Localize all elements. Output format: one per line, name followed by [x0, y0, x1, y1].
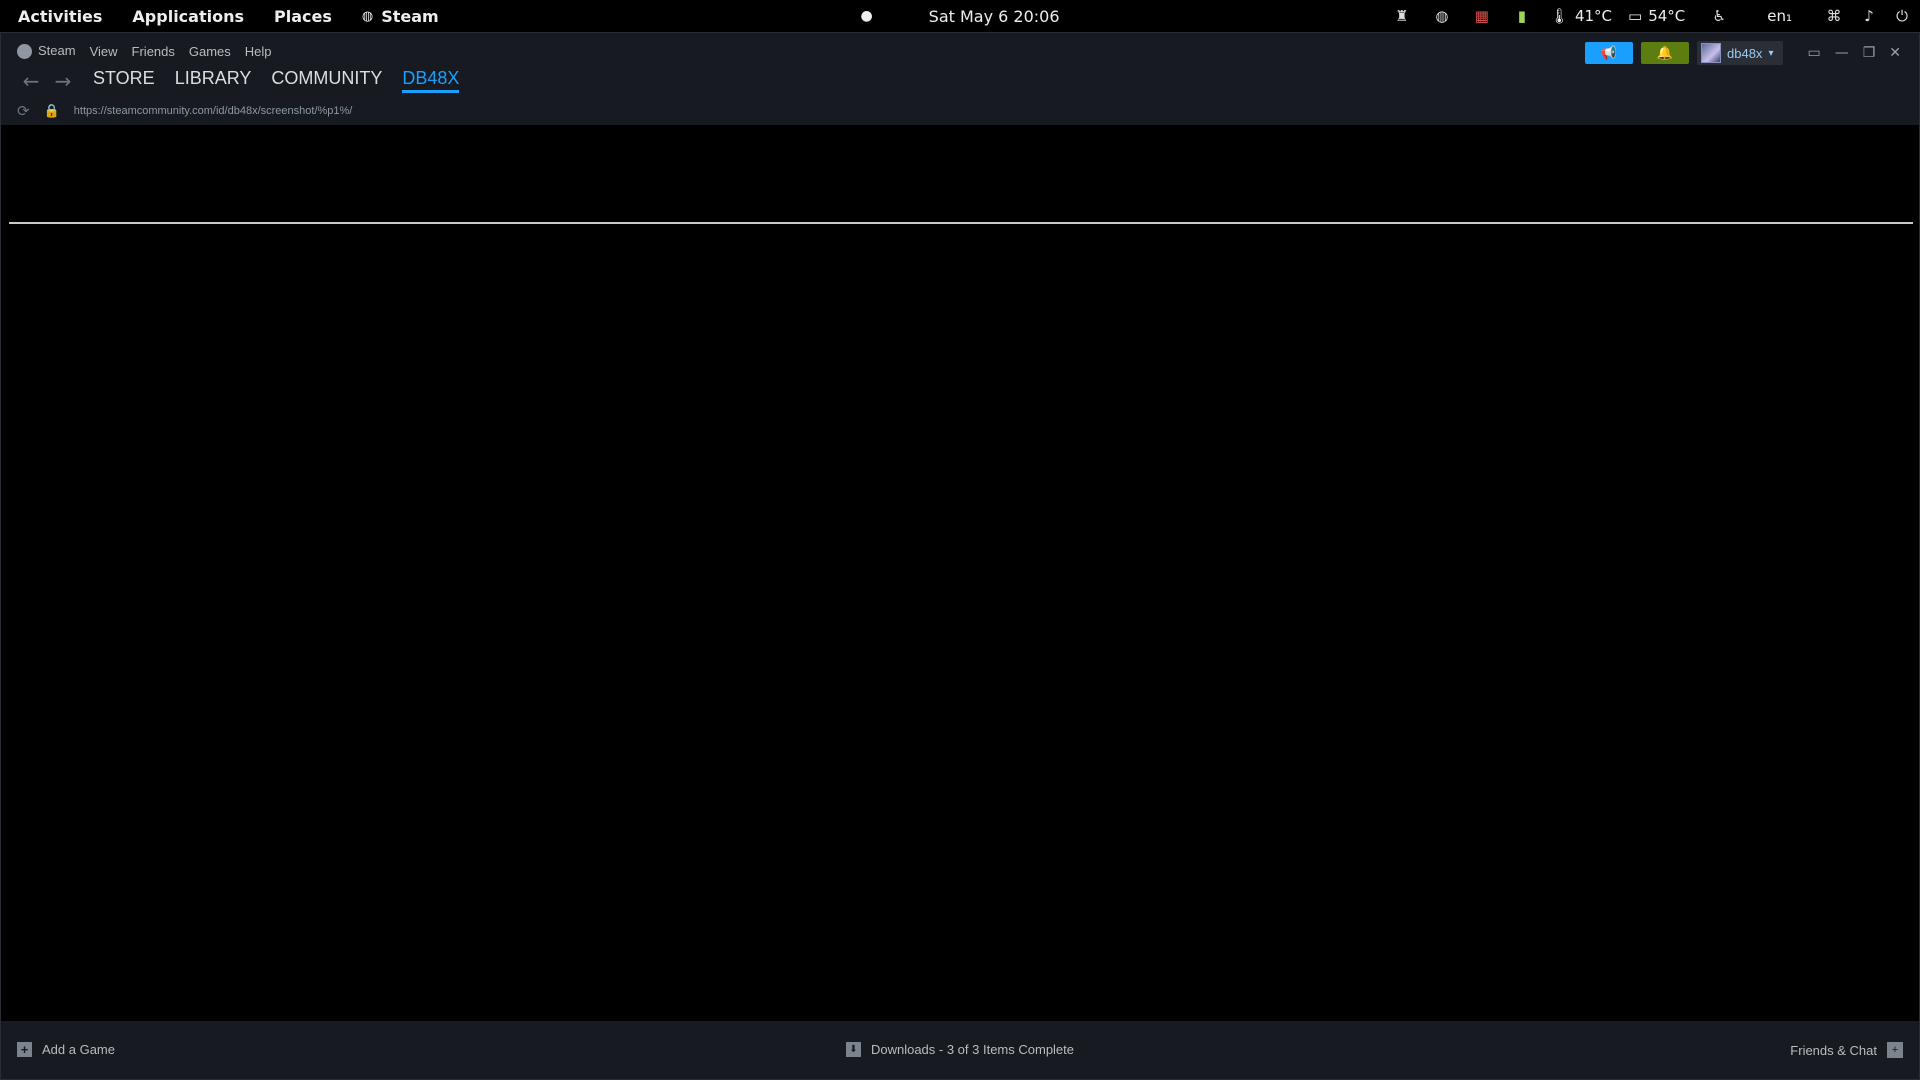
back-arrow-icon[interactable]: ←	[15, 69, 47, 93]
titlebar-controls: 📢 🔔 db48x ▾ ▭ — ❐ ✕	[1585, 41, 1901, 65]
steam-icon: ◍	[361, 8, 374, 24]
thermometer-icon: 🌡	[1549, 7, 1569, 25]
menu-steam[interactable]: Steam	[17, 43, 76, 60]
maximize-icon[interactable]: ❐	[1863, 45, 1876, 61]
user-menu[interactable]: db48x ▾	[1697, 41, 1784, 65]
cpu-temp[interactable]: 🌡 41°C	[1542, 7, 1620, 25]
power-icon[interactable]: ⏻	[1884, 0, 1920, 32]
download-icon: ⬇	[845, 1042, 861, 1057]
downloads-label: Downloads - 3 of 3 Items Complete	[870, 1042, 1075, 1057]
bell-icon: 🔔	[1656, 45, 1674, 61]
window-buttons: ▭ — ❐ ✕	[1807, 45, 1901, 61]
chevron-down-icon: ▾	[1768, 47, 1774, 59]
steam-menubar: Steam View Friends Games Help	[17, 43, 272, 60]
tab-community[interactable]: COMMUNITY	[271, 68, 382, 93]
downloads-status[interactable]: ⬇ Downloads - 3 of 3 Items Complete	[1, 1042, 1919, 1057]
calendar-icon[interactable]: ▦	[1462, 0, 1502, 32]
steam-bottom-bar: + Add a Game ⬇ Downloads - 3 of 3 Items …	[1, 1021, 1919, 1079]
friends-chat-label: Friends & Chat	[1790, 1042, 1877, 1058]
steam-app-label: Steam	[381, 6, 439, 26]
username: db48x	[1727, 45, 1763, 61]
web-content	[1, 125, 1919, 1052]
nav-row: ← → STORE LIBRARY COMMUNITY DB48X	[15, 68, 460, 93]
big-picture-icon[interactable]: ▭	[1807, 45, 1820, 61]
menu-friends[interactable]: Friends	[132, 44, 175, 59]
activities-button[interactable]: Activities	[18, 7, 102, 26]
system-tray: ♜ ◍ ▦ ▮ 🌡 41°C ▭ 54°C ♿ en₁ ⌘ ♪ ⏻	[1382, 0, 1920, 32]
keyboard-layout[interactable]: en₁	[1745, 7, 1814, 25]
menu-games[interactable]: Games	[189, 44, 231, 59]
friends-chat-button[interactable]: Friends & Chat +	[1790, 1042, 1903, 1058]
avatar	[1701, 43, 1722, 63]
menu-steam-label: Steam	[38, 43, 76, 58]
gpu-temp[interactable]: ▭ 54°C	[1620, 7, 1693, 25]
megaphone-icon: 📢	[1600, 45, 1618, 61]
divider	[9, 222, 1913, 224]
steam-logo-icon	[17, 44, 32, 60]
tab-store[interactable]: STORE	[93, 68, 155, 93]
tab-library[interactable]: LIBRARY	[175, 68, 252, 93]
places-menu[interactable]: Places	[274, 7, 332, 26]
notifications-button[interactable]: 🔔	[1641, 42, 1690, 64]
battery-icon[interactable]: ▮	[1502, 0, 1542, 32]
announcements-button[interactable]: 📢	[1585, 42, 1634, 64]
nav-tabs: STORE LIBRARY COMMUNITY DB48X	[93, 68, 460, 93]
url-text[interactable]: https://steamcommunity.com/id/db48x/scre…	[74, 105, 353, 117]
minimize-icon[interactable]: —	[1835, 45, 1849, 61]
menu-help[interactable]: Help	[245, 44, 272, 59]
steam-window: Steam View Friends Games Help ← → STORE …	[0, 32, 1920, 1080]
gpu-icon: ▭	[1628, 7, 1643, 25]
gamepad-icon[interactable]: ♜	[1382, 0, 1422, 32]
volume-icon[interactable]: ♪	[1854, 0, 1884, 32]
gpu-temp-value: 54°C	[1648, 7, 1686, 25]
close-icon[interactable]: ✕	[1889, 45, 1901, 61]
cpu-temp-value: 41°C	[1574, 7, 1612, 25]
steam-tray-icon[interactable]: ◍	[1422, 0, 1462, 32]
applications-menu[interactable]: Applications	[132, 7, 244, 26]
friends-icon: +	[1887, 1042, 1903, 1058]
forward-arrow-icon[interactable]: →	[47, 69, 79, 93]
tab-profile[interactable]: DB48X	[402, 68, 460, 93]
steam-app-menu[interactable]: ◍ Steam	[362, 7, 439, 26]
clock-status-icon: ●	[860, 8, 873, 24]
lock-icon: 🔒	[43, 103, 60, 118]
network-icon[interactable]: ⌘	[1814, 0, 1854, 32]
accessibility-icon[interactable]: ♿	[1693, 0, 1745, 32]
menu-view[interactable]: View	[90, 44, 118, 59]
steam-titlebar: Steam View Friends Games Help ← → STORE …	[1, 33, 1919, 125]
datetime[interactable]: Sat May 6 20:06	[929, 7, 1060, 26]
reload-icon[interactable]: ⟳	[17, 102, 30, 120]
url-bar: ⟳ 🔒 https://steamcommunity.com/id/db48x/…	[17, 102, 352, 120]
